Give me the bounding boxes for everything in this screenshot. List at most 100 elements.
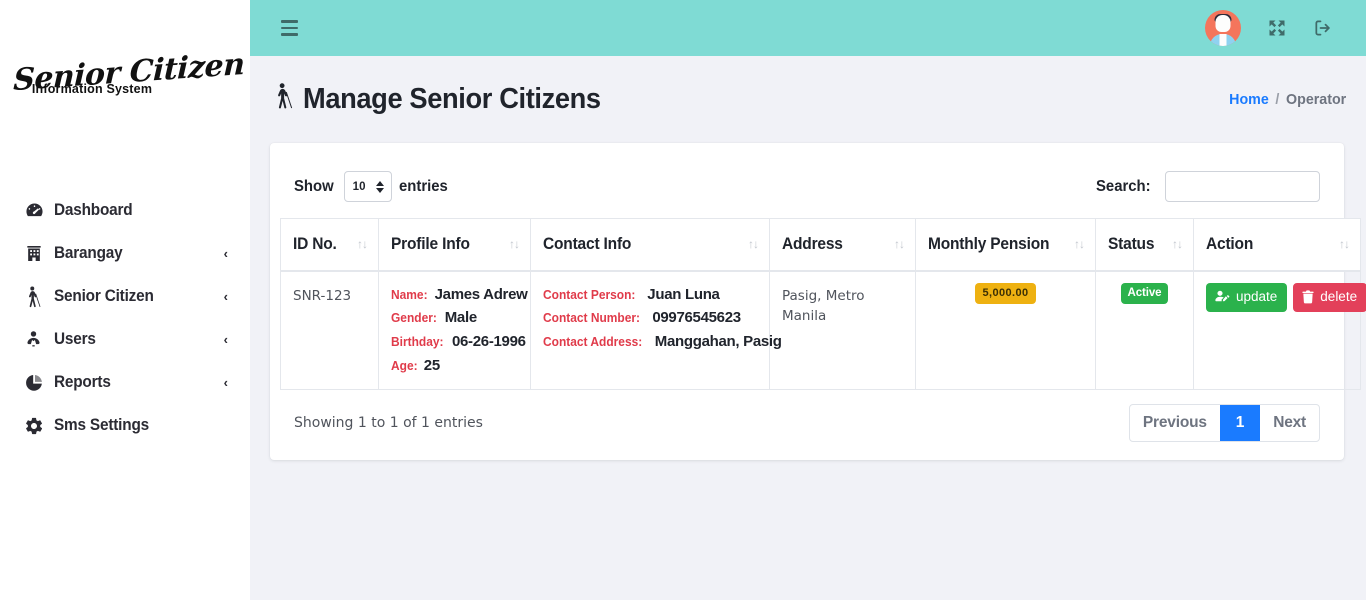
sort-icon: ↑↓	[894, 237, 905, 252]
cell-address: Pasig, Metro Manila	[769, 269, 916, 391]
cell-status: Active	[1095, 269, 1194, 391]
hamburger-icon[interactable]	[281, 20, 298, 36]
building-icon	[24, 243, 54, 264]
sidebar-item-users[interactable]: Users ‹	[0, 318, 250, 361]
pagination-previous[interactable]: Previous	[1130, 405, 1220, 441]
blind-person-icon	[272, 81, 294, 119]
profile-value: Male	[444, 309, 477, 327]
cell-action: update delete	[1193, 269, 1366, 391]
column-header-label: Profile Info	[391, 234, 470, 253]
sign-out-icon[interactable]	[1313, 18, 1333, 38]
delete-button[interactable]: delete	[1293, 282, 1366, 312]
chevron-left-icon: ‹	[223, 375, 228, 390]
sidebar-item-dashboard[interactable]: Dashboard	[0, 189, 250, 232]
column-header-label: Monthly Pension	[928, 234, 1050, 253]
profile-value: 25	[423, 356, 440, 374]
entries-select-value: 10	[352, 180, 366, 193]
entries-label: entries	[398, 177, 448, 195]
chevron-down-icon	[375, 187, 384, 193]
column-header-label: Action	[1206, 234, 1254, 253]
chevron-left-icon: ‹	[223, 246, 228, 261]
column-header-label: Address	[782, 234, 843, 253]
blind-person-icon	[24, 286, 54, 308]
sidebar-item-label: Barangay	[54, 244, 123, 262]
search-label: Search:	[1096, 177, 1151, 195]
top-navbar	[250, 0, 1366, 56]
id-no-value: SNR-123	[293, 287, 352, 304]
contact-line: Contact Person: Juan Luna	[543, 283, 757, 307]
avatar-collar	[1219, 34, 1227, 46]
profile-value: James Adrew	[434, 285, 528, 303]
chevron-left-icon: ‹	[223, 289, 228, 304]
pagination-next[interactable]: Next	[1260, 405, 1319, 441]
column-header-address[interactable]: Address ↑↓	[769, 218, 916, 272]
chevron-updown-icon	[375, 180, 384, 193]
update-button-label: update	[1236, 289, 1278, 305]
column-header-monthly-pension[interactable]: Monthly Pension ↑↓	[915, 218, 1096, 272]
update-button[interactable]: update	[1206, 282, 1288, 312]
table-header: ID No. ↑↓ Profile Info ↑↓ Contact Info ↑…	[280, 218, 1361, 272]
entries-length-control: Show 10 entries	[294, 171, 451, 202]
column-header-id-no[interactable]: ID No. ↑↓	[280, 218, 379, 272]
gear-icon	[24, 416, 54, 436]
profile-key: Birthday:	[391, 333, 444, 349]
entries-select[interactable]: 10	[343, 171, 392, 202]
sidebar-nav: Dashboard Barangay ‹ Senior Citizen ‹ Us…	[0, 189, 250, 447]
datatable-controls: Show 10 entries Search:	[280, 158, 1334, 218]
monthly-pension-badge: 5,000.00	[975, 282, 1036, 304]
table-header-row: ID No. ↑↓ Profile Info ↑↓ Contact Info ↑…	[280, 218, 1361, 272]
profile-value: 06-26-1996	[451, 332, 526, 350]
profile-line: Age: 25	[391, 354, 518, 378]
sort-icon: ↑↓	[509, 237, 520, 252]
breadcrumb-home-link[interactable]: Home	[1229, 91, 1269, 108]
app-root: Senior Citizen Information System Dashbo…	[0, 0, 1366, 600]
column-header-action[interactable]: Action ↑↓	[1193, 218, 1361, 272]
contact-key: Contact Person:	[543, 286, 636, 302]
pie-chart-icon	[24, 373, 54, 393]
pagination-page-1[interactable]: 1	[1219, 405, 1261, 442]
trash-icon	[1302, 290, 1314, 304]
user-tie-icon	[24, 329, 54, 350]
sidebar-item-barangay[interactable]: Barangay ‹	[0, 232, 250, 275]
column-header-status[interactable]: Status ↑↓	[1095, 218, 1194, 272]
search-input[interactable]	[1165, 171, 1320, 202]
cell-monthly-pension: 5,000.00	[915, 269, 1096, 391]
page-header: Manage Senior Citizens Home / Operator	[266, 56, 1348, 143]
expand-arrows-icon[interactable]	[1267, 18, 1287, 38]
breadcrumb-current: Operator	[1285, 91, 1346, 108]
profile-line: Name: James Adrew	[391, 283, 528, 307]
column-header-contact-info[interactable]: Contact Info ↑↓	[530, 218, 770, 272]
sidebar-item-label: Users	[54, 330, 96, 348]
tachometer-icon	[24, 200, 54, 221]
avatar[interactable]	[1205, 10, 1241, 46]
entries-info: Showing 1 to 1 of 1 entries	[294, 415, 483, 432]
column-header-profile-info[interactable]: Profile Info ↑↓	[378, 218, 531, 272]
sidebar-item-reports[interactable]: Reports ‹	[0, 361, 250, 404]
page-title: Manage Senior Citizens	[272, 81, 620, 119]
delete-button-label: delete	[1320, 289, 1358, 305]
cell-contact-info: Contact Person: Juan Luna Contact Number…	[530, 269, 782, 391]
table-row: SNR-123 Name: James Adrew Gender: Male B…	[280, 269, 1366, 391]
column-header-label: Contact Info	[543, 234, 632, 253]
column-header-label: Status	[1108, 234, 1155, 253]
cell-id-no: SNR-123	[280, 269, 379, 391]
show-label: Show	[294, 177, 334, 195]
sort-icon: ↑↓	[1339, 237, 1350, 252]
sidebar-item-label: Dashboard	[54, 201, 133, 219]
breadcrumb: Home / Operator	[1229, 91, 1346, 108]
sidebar-item-label: Sms Settings	[54, 416, 149, 434]
sidebar: Senior Citizen Information System Dashbo…	[0, 0, 250, 600]
pagination: Previous 1 Next	[1128, 404, 1320, 443]
sidebar-item-sms-settings[interactable]: Sms Settings	[0, 404, 250, 447]
content-area: Manage Senior Citizens Home / Operator S…	[250, 56, 1366, 600]
chevron-up-icon	[375, 180, 384, 186]
senior-citizens-table: ID No. ↑↓ Profile Info ↑↓ Contact Info ↑…	[280, 218, 1366, 391]
contact-value: Juan Luna	[647, 285, 720, 303]
status-badge: Active	[1120, 282, 1169, 304]
sidebar-item-senior-citizen[interactable]: Senior Citizen ‹	[0, 275, 250, 318]
brand-logo[interactable]: Senior Citizen Information System	[0, 0, 250, 143]
avatar-head	[1215, 15, 1231, 32]
profile-line: Gender: Male	[391, 306, 518, 330]
contact-key: Contact Number:	[543, 310, 641, 326]
profile-line: Birthday: 06-26-1996	[391, 330, 526, 354]
